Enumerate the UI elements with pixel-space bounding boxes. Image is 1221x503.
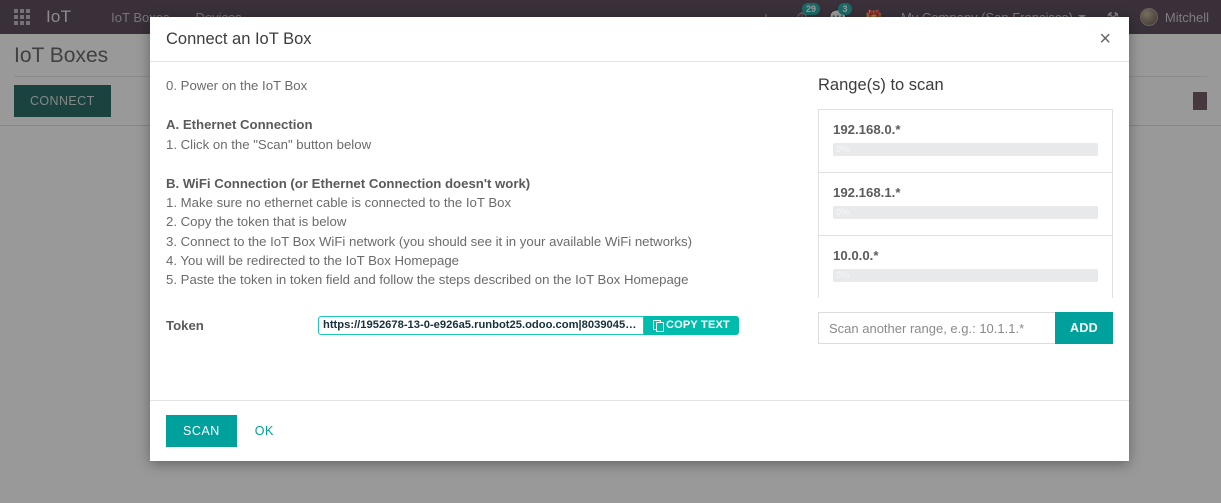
- add-range-row: ADD: [818, 312, 1113, 344]
- range-progress-bar: 0%: [833, 269, 1098, 282]
- copy-text-button[interactable]: COPY TEXT: [644, 315, 739, 335]
- token-value[interactable]: https://1952678-13-0-e926a5.runbot25.odo…: [318, 315, 644, 335]
- dialog-footer: SCAN OK: [150, 400, 1129, 461]
- range-progress-bar: 0%: [833, 143, 1098, 156]
- dialog-header: Connect an IoT Box ×: [150, 17, 1129, 62]
- token-row: Token https://1952678-13-0-e926a5.runbot…: [166, 315, 786, 335]
- section-b-step-5: 5. Paste the token in token field and fo…: [166, 272, 689, 288]
- dialog-body: 0. Power on the IoT Box A. Ethernet Conn…: [150, 62, 1129, 400]
- range-name: 192.168.1.*: [833, 185, 901, 200]
- instructions-column: 0. Power on the IoT Box A. Ethernet Conn…: [166, 76, 806, 400]
- range-progress-label: 0%: [836, 270, 850, 281]
- range-card: 192.168.0.* 0%: [818, 109, 1113, 172]
- section-b-step-4: 4. You will be redirected to the IoT Box…: [166, 253, 459, 269]
- instruction-intro: 0. Power on the IoT Box: [166, 78, 308, 93]
- section-b-step-2: 2. Copy the token that is below: [166, 214, 347, 230]
- range-name: 10.0.0.*: [833, 248, 879, 263]
- copy-icon: [653, 319, 664, 332]
- section-b-step-1: 1. Make sure no ethernet cable is connec…: [166, 195, 512, 211]
- ok-button[interactable]: OK: [247, 415, 282, 447]
- section-b-step-3: 3. Connect to the IoT Box WiFi network (…: [166, 233, 693, 249]
- token-widget: https://1952678-13-0-e926a5.runbot25.odo…: [318, 315, 739, 335]
- scan-button[interactable]: SCAN: [166, 415, 237, 447]
- range-card: 10.0.0.* 0%: [818, 235, 1113, 298]
- add-range-input[interactable]: [818, 312, 1056, 344]
- token-label: Token: [166, 317, 204, 333]
- ranges-title: Range(s) to scan: [818, 76, 944, 94]
- range-progress-label: 0%: [836, 144, 850, 155]
- copy-text-label: COPY TEXT: [666, 319, 730, 332]
- section-a-step-1: 1. Click on the "Scan" button below: [166, 136, 372, 152]
- range-progress-label: 0%: [836, 207, 850, 218]
- section-a-heading: A. Ethernet Connection: [166, 117, 313, 133]
- instructions-text: 0. Power on the IoT Box A. Ethernet Conn…: [166, 76, 786, 290]
- ranges-column: Range(s) to scan 192.168.0.* 0% 192.168.…: [806, 76, 1113, 400]
- range-name: 192.168.0.*: [833, 122, 901, 137]
- close-icon[interactable]: ×: [1097, 29, 1113, 49]
- range-card: 192.168.1.* 0%: [818, 172, 1113, 235]
- connect-iot-box-dialog: Connect an IoT Box × 0. Power on the IoT…: [150, 17, 1129, 461]
- dialog-title: Connect an IoT Box: [166, 29, 312, 48]
- range-progress-bar: 0%: [833, 206, 1098, 219]
- section-b-heading: B. WiFi Connection (or Ethernet Connecti…: [166, 175, 531, 191]
- add-range-button[interactable]: ADD: [1055, 312, 1113, 344]
